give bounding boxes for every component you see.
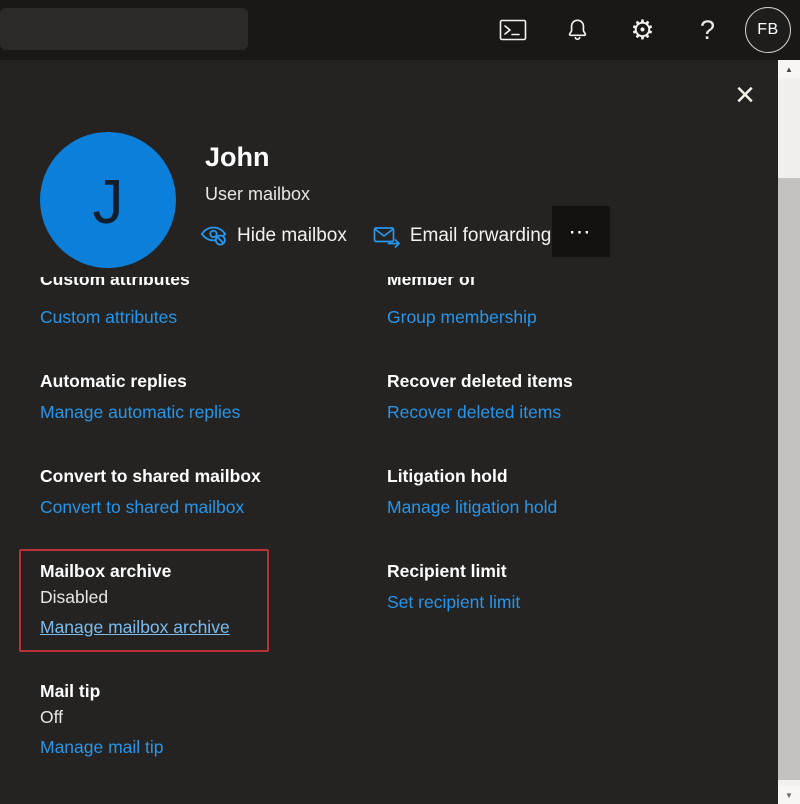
manage-litigation-hold-link[interactable]: Manage litigation hold [387, 495, 557, 519]
scroll-down-arrow[interactable]: ▼ [778, 786, 800, 804]
close-icon: × [735, 76, 755, 114]
section-litigation-hold: Litigation hold Manage litigation hold [387, 464, 727, 519]
clipped-heading: Custom attributes [40, 277, 380, 290]
email-forwarding-label: Email forwarding [410, 225, 552, 247]
powershell-button[interactable] [480, 0, 545, 60]
manage-mailbox-archive-link[interactable]: Manage mailbox archive [40, 615, 230, 639]
search-input[interactable] [0, 8, 248, 50]
more-actions-button[interactable]: ⋯ [552, 206, 610, 257]
account-avatar: FB [745, 7, 791, 53]
scrollbar-thumb[interactable] [778, 178, 800, 780]
account-button[interactable]: FB [740, 0, 796, 60]
scrollbar[interactable]: ▲ ▼ [778, 60, 800, 804]
mailbox-name: John [205, 142, 270, 173]
hide-mailbox-button[interactable]: Hide mailbox [200, 224, 347, 248]
notifications-button[interactable] [545, 0, 610, 60]
section-recipient-limit: Recipient limit Set recipient limit [387, 559, 727, 614]
mailbox-details-panel: × J John User mailbox Hide mailbox Email… [0, 60, 778, 804]
recover-deleted-items-link[interactable]: Recover deleted items [387, 400, 561, 424]
gear-icon: ⚙ [630, 17, 654, 44]
topbar: ⚙ ? FB [0, 0, 800, 60]
mailbox-actions: Hide mailbox Email forwarding [200, 216, 551, 256]
terminal-icon [499, 18, 527, 42]
custom-attributes-link[interactable]: Custom attributes [40, 305, 177, 329]
ellipsis-icon: ⋯ [569, 219, 594, 244]
settings-button[interactable]: ⚙ [610, 0, 675, 60]
hide-eye-icon [200, 224, 228, 248]
section-member-of: Member of Group membership [387, 277, 727, 329]
email-forwarding-button[interactable]: Email forwarding [373, 225, 552, 248]
section-automatic-replies: Automatic replies Manage automatic repli… [40, 369, 380, 424]
mail-tip-status: Off [40, 705, 380, 729]
topbar-icons: ⚙ ? FB [480, 0, 796, 60]
question-icon: ? [700, 17, 715, 44]
section-mailbox-archive: Mailbox archive Disabled Manage mailbox … [40, 559, 380, 639]
account-initials: FB [757, 21, 778, 39]
set-recipient-limit-link[interactable]: Set recipient limit [387, 590, 520, 614]
help-button[interactable]: ? [675, 0, 740, 60]
section-mail-tip: Mail tip Off Manage mail tip [40, 679, 380, 759]
hide-mailbox-label: Hide mailbox [237, 225, 347, 247]
close-button[interactable]: × [728, 78, 762, 112]
convert-shared-mailbox-link[interactable]: Convert to shared mailbox [40, 495, 244, 519]
mailbox-type-label: User mailbox [205, 184, 310, 205]
avatar-letter: J [93, 167, 124, 238]
scroll-up-arrow[interactable]: ▲ [778, 60, 800, 78]
section-recover-deleted-items: Recover deleted items Recover deleted it… [387, 369, 727, 424]
manage-automatic-replies-link[interactable]: Manage automatic replies [40, 400, 240, 424]
clipped-heading: Member of [387, 277, 727, 290]
group-membership-link[interactable]: Group membership [387, 305, 537, 329]
bell-icon [565, 17, 590, 43]
section-convert-shared-mailbox: Convert to shared mailbox Convert to sha… [40, 464, 380, 519]
mailbox-archive-status: Disabled [40, 585, 380, 609]
mailbox-avatar: J [40, 132, 176, 268]
search-box[interactable] [0, 8, 248, 50]
mail-forward-icon [373, 225, 401, 248]
section-custom-attributes: Custom attributes Custom attributes [40, 277, 380, 329]
manage-mail-tip-link[interactable]: Manage mail tip [40, 735, 164, 759]
